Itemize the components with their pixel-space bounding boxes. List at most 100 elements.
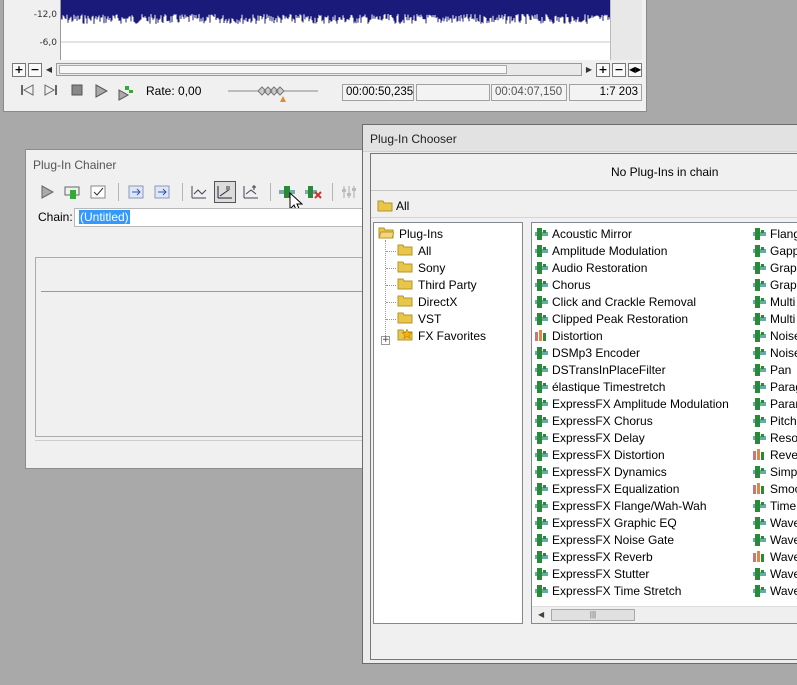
plugin-list-item[interactable]: Parag — [752, 378, 797, 395]
tree-item-directx[interactable]: DirectX — [397, 293, 457, 310]
plugin-list-item[interactable]: Pan — [752, 361, 791, 378]
vertical-zoom-in-button[interactable]: + — [596, 62, 610, 77]
plugin-list-item[interactable]: Acoustic Mirror — [534, 225, 632, 242]
zoom-fit-button[interactable]: ◀▶ — [628, 62, 642, 77]
plugin-list-item[interactable]: ExpressFX Stutter — [534, 565, 649, 582]
plugin-list-item[interactable]: Distortion — [534, 327, 603, 344]
tree-item-label: Sony — [418, 260, 446, 275]
plugin-list-item[interactable]: ExpressFX Time Stretch — [534, 582, 681, 599]
plugin-list-item[interactable]: Noise — [752, 344, 797, 361]
plugin-list-item[interactable]: Time — [752, 497, 796, 514]
play-as-sample-icon[interactable] — [116, 84, 134, 101]
scrollbar-thumb[interactable] — [59, 65, 507, 74]
scroll-left-icon[interactable]: ◀ — [538, 610, 544, 619]
plugin-list-item[interactable]: Noise — [752, 327, 797, 344]
db-label: -6,0 — [39, 38, 57, 48]
stop-icon[interactable] — [68, 84, 86, 100]
vertical-zoom-out-button[interactable]: − — [612, 62, 626, 77]
tree-item-plugins[interactable]: Plug-Ins — [378, 225, 443, 242]
plugin-list-item[interactable]: Graph — [752, 259, 797, 276]
plugin-list-item[interactable]: Click and Crackle Removal — [534, 293, 696, 310]
list-horizontal-scrollbar[interactable]: ◀ ||| — [532, 606, 797, 623]
plugin-list-item[interactable]: ExpressFX Distortion — [534, 446, 665, 463]
zoom-out-button[interactable]: − — [28, 62, 42, 77]
plugin-list-item[interactable]: ExpressFX Chorus — [534, 412, 653, 429]
plugin-list-item[interactable]: Rever — [752, 446, 797, 463]
plugin-list-item[interactable]: ExpressFX Delay — [534, 429, 645, 446]
plugin-folder-tree[interactable]: Plug-Ins All Sony Third Party DirectX VS… — [373, 222, 523, 624]
plugin-list-item[interactable]: ExpressFX Flange/Wah-Wah — [534, 497, 707, 514]
tree-item-all[interactable]: All — [397, 242, 431, 259]
horizontal-scrollbar[interactable] — [56, 63, 582, 76]
plugin-name: ExpressFX Chorus — [552, 413, 653, 428]
plugin-list-item[interactable]: Param — [752, 395, 797, 412]
scrollbar-thumb[interactable]: ||| — [551, 609, 635, 621]
waveform-empty-area — [610, 0, 642, 60]
plugin-name: Smoc — [770, 481, 797, 496]
plugin-list-item[interactable]: Amplitude Modulation — [534, 242, 667, 259]
envelope-icon[interactable] — [188, 181, 210, 203]
chain-name-field[interactable]: (Untitled) — [74, 208, 374, 227]
plugin-list-item[interactable]: Flang — [752, 225, 797, 242]
tree-item-fx-favorites[interactable]: FX Favorites — [397, 327, 486, 344]
expand-icon[interactable]: + — [381, 336, 390, 345]
plugin-name: Distortion — [552, 328, 603, 343]
plugin-list-item[interactable]: Graph — [752, 276, 797, 293]
plugin-list-item[interactable]: ExpressFX Graphic EQ — [534, 514, 677, 531]
plugin-name: Gapp — [770, 243, 797, 258]
cursor-position-field[interactable]: 00:00:50,235 — [342, 84, 414, 101]
plugin-list-item[interactable]: Clipped Peak Restoration — [534, 310, 688, 327]
tree-item-third-party[interactable]: Third Party — [397, 276, 477, 293]
plugin-list-item[interactable]: Wave — [752, 514, 797, 531]
go-to-start-icon[interactable] — [18, 84, 36, 100]
bypass-icon[interactable] — [62, 181, 84, 203]
move-left-icon[interactable] — [126, 181, 148, 203]
preview-play-icon[interactable] — [36, 181, 58, 203]
chainer-title: Plug-In Chainer — [33, 158, 117, 172]
scroll-left-icon[interactable]: ◀ — [44, 63, 54, 77]
plugin-name: DSMp3 Encoder — [552, 345, 641, 360]
plugin-list-item[interactable]: Smoc — [752, 480, 797, 497]
selection-field[interactable] — [416, 84, 490, 101]
plugin-name: ExpressFX Flange/Wah-Wah — [552, 498, 707, 513]
plugin-list-item[interactable]: ExpressFX Dynamics — [534, 463, 667, 480]
scroll-right-icon[interactable]: ▶ — [584, 63, 594, 77]
plugin-list-item[interactable]: Audio Restoration — [534, 259, 647, 276]
zoom-ratio-field[interactable]: 1:7 203 — [569, 84, 642, 101]
plugin-list-item[interactable]: ExpressFX Reverb — [534, 548, 653, 565]
plugin-list-item[interactable]: Wave — [752, 565, 797, 582]
zoom-in-button[interactable]: + — [12, 62, 26, 77]
plugin-list[interactable]: Acoustic Mirror Amplitude Modulation Audio… — [531, 222, 797, 624]
play-icon[interactable] — [92, 84, 110, 100]
wet-dry-mix-icon[interactable] — [214, 181, 236, 203]
plugin-list-item[interactable]: ExpressFX Equalization — [534, 480, 679, 497]
rate-slider[interactable] — [228, 86, 318, 102]
plugin-list-item[interactable]: ExpressFX Noise Gate — [534, 531, 674, 548]
plugin-list-item[interactable]: Multi — [752, 310, 795, 327]
plugin-list-item[interactable]: Multi — [752, 293, 795, 310]
chain-plugin-panel[interactable] — [35, 257, 375, 437]
plugin-list-item[interactable]: Wave — [752, 548, 797, 565]
plugin-list-item[interactable]: élastique Timestretch — [534, 378, 665, 395]
tree-item-vst[interactable]: VST — [397, 310, 441, 327]
tree-item-sony[interactable]: Sony — [397, 259, 445, 276]
plugin-list-item[interactable]: DSMp3 Encoder — [534, 344, 640, 361]
go-to-end-icon[interactable] — [42, 84, 60, 100]
plugin-list-item[interactable]: Gapp — [752, 242, 797, 259]
chooser-title-bar[interactable]: Plug-In Chooser — [363, 125, 797, 152]
process-selection-icon[interactable] — [88, 181, 110, 203]
plugin-list-item[interactable]: DSTransInPlaceFilter — [534, 361, 666, 378]
waveform-display[interactable] — [60, 0, 610, 60]
plugin-list-item[interactable]: Chorus — [534, 276, 591, 293]
plugin-properties-icon[interactable] — [338, 181, 360, 203]
plugin-list-item[interactable]: ExpressFX Amplitude Modulation — [534, 395, 729, 412]
plugin-list-item[interactable]: Wave — [752, 582, 797, 599]
move-right-icon[interactable] — [152, 181, 174, 203]
add-envelope-icon[interactable] — [240, 181, 262, 203]
plugin-list-item[interactable]: Pitch — [752, 412, 797, 429]
remove-plugin-icon[interactable] — [302, 181, 324, 203]
plugin-list-item[interactable]: Resor — [752, 429, 797, 446]
plugin-icon — [752, 363, 770, 377]
plugin-list-item[interactable]: Wave — [752, 531, 797, 548]
plugin-list-item[interactable]: Simpl — [752, 463, 797, 480]
